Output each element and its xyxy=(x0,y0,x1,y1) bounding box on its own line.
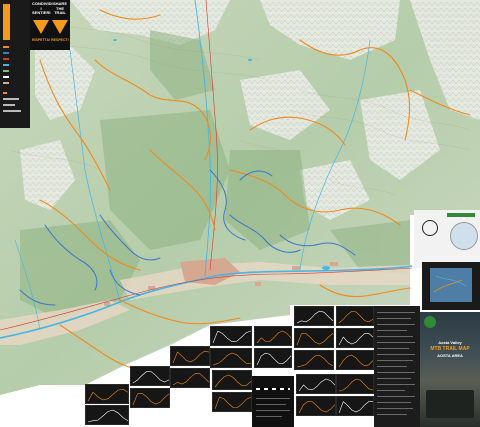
elevation-profile-tile xyxy=(336,328,374,348)
share-trail-panel: CONDIVIDI I SENTIERI SHARE THE TRAIL RIS… xyxy=(30,0,70,50)
elevation-profile-tile xyxy=(210,326,252,346)
cover-region: Aosta Valley xyxy=(438,340,462,345)
elevation-profile-tile xyxy=(294,328,334,348)
legend-swatch-blue xyxy=(3,52,9,54)
legend-swatch-red xyxy=(3,58,9,60)
elevation-profile-tile xyxy=(336,306,374,326)
elevation-profile-tile xyxy=(130,388,170,408)
elevation-profile-tile xyxy=(254,326,292,346)
legend-icon xyxy=(3,4,10,40)
legend-swatch-poi xyxy=(3,92,7,94)
elevation-profile-tile xyxy=(294,306,334,326)
elevation-profile-tile xyxy=(336,396,374,416)
elevation-profile-tile xyxy=(296,374,336,394)
elevation-profile-tile xyxy=(210,348,252,368)
cover-photo xyxy=(426,390,474,418)
elevation-profile-tile xyxy=(85,405,129,425)
legend-swatch-text xyxy=(3,104,15,106)
cover-area: AOSTA AREA xyxy=(437,353,463,358)
warning-sign-icon xyxy=(33,20,49,34)
elevation-profile-tile xyxy=(212,370,252,390)
elevation-profile-tile xyxy=(170,346,210,366)
legend-swatch-text xyxy=(3,110,21,112)
map-cover: Aosta Valley MTB TRAIL MAP AOSTA AREA xyxy=(420,312,480,427)
trail-stats-panel xyxy=(374,306,420,427)
elevation-profile-tile xyxy=(212,392,252,412)
legend-swatch-town xyxy=(3,82,9,84)
legend-swatch-forest xyxy=(3,70,9,72)
elevation-profile-tile xyxy=(85,384,129,404)
brand-bar xyxy=(447,213,475,217)
warning-sign-en: RESPECT! xyxy=(51,38,69,42)
warning-title-it: CONDIVIDI I SENTIERI xyxy=(32,1,53,15)
legend-swatch-river xyxy=(3,64,9,66)
inset-info-panel xyxy=(414,210,480,268)
elevation-profile-tile xyxy=(336,350,374,370)
locator-map xyxy=(450,222,478,250)
elevation-profile-tile xyxy=(170,368,210,388)
elevation-profile-tile xyxy=(254,348,292,368)
legend-swatch-rock xyxy=(3,76,9,78)
elevation-profile-tile xyxy=(336,374,374,394)
warning-title-en: SHARE THE TRAIL xyxy=(52,1,67,15)
elevation-profile-tile xyxy=(296,396,336,416)
elevation-profile-tile xyxy=(294,350,334,370)
legend-swatch-text xyxy=(3,98,19,100)
scale-panel xyxy=(252,376,294,427)
warning-sign-it: RISPETTA! xyxy=(32,38,51,42)
logo-icon xyxy=(424,316,436,328)
legend-swatch-orange xyxy=(3,46,9,48)
scale-bar xyxy=(256,388,290,390)
cover-title: MTB TRAIL MAP xyxy=(430,346,470,352)
compass-icon xyxy=(422,220,438,236)
map-sheet: CONDIVIDI I SENTIERI SHARE THE TRAIL RIS… xyxy=(0,0,480,427)
overview-map-panel xyxy=(422,262,480,310)
warning-sign-icon xyxy=(52,20,68,34)
legend-strip xyxy=(0,0,30,128)
elevation-profile-tile xyxy=(130,366,170,386)
